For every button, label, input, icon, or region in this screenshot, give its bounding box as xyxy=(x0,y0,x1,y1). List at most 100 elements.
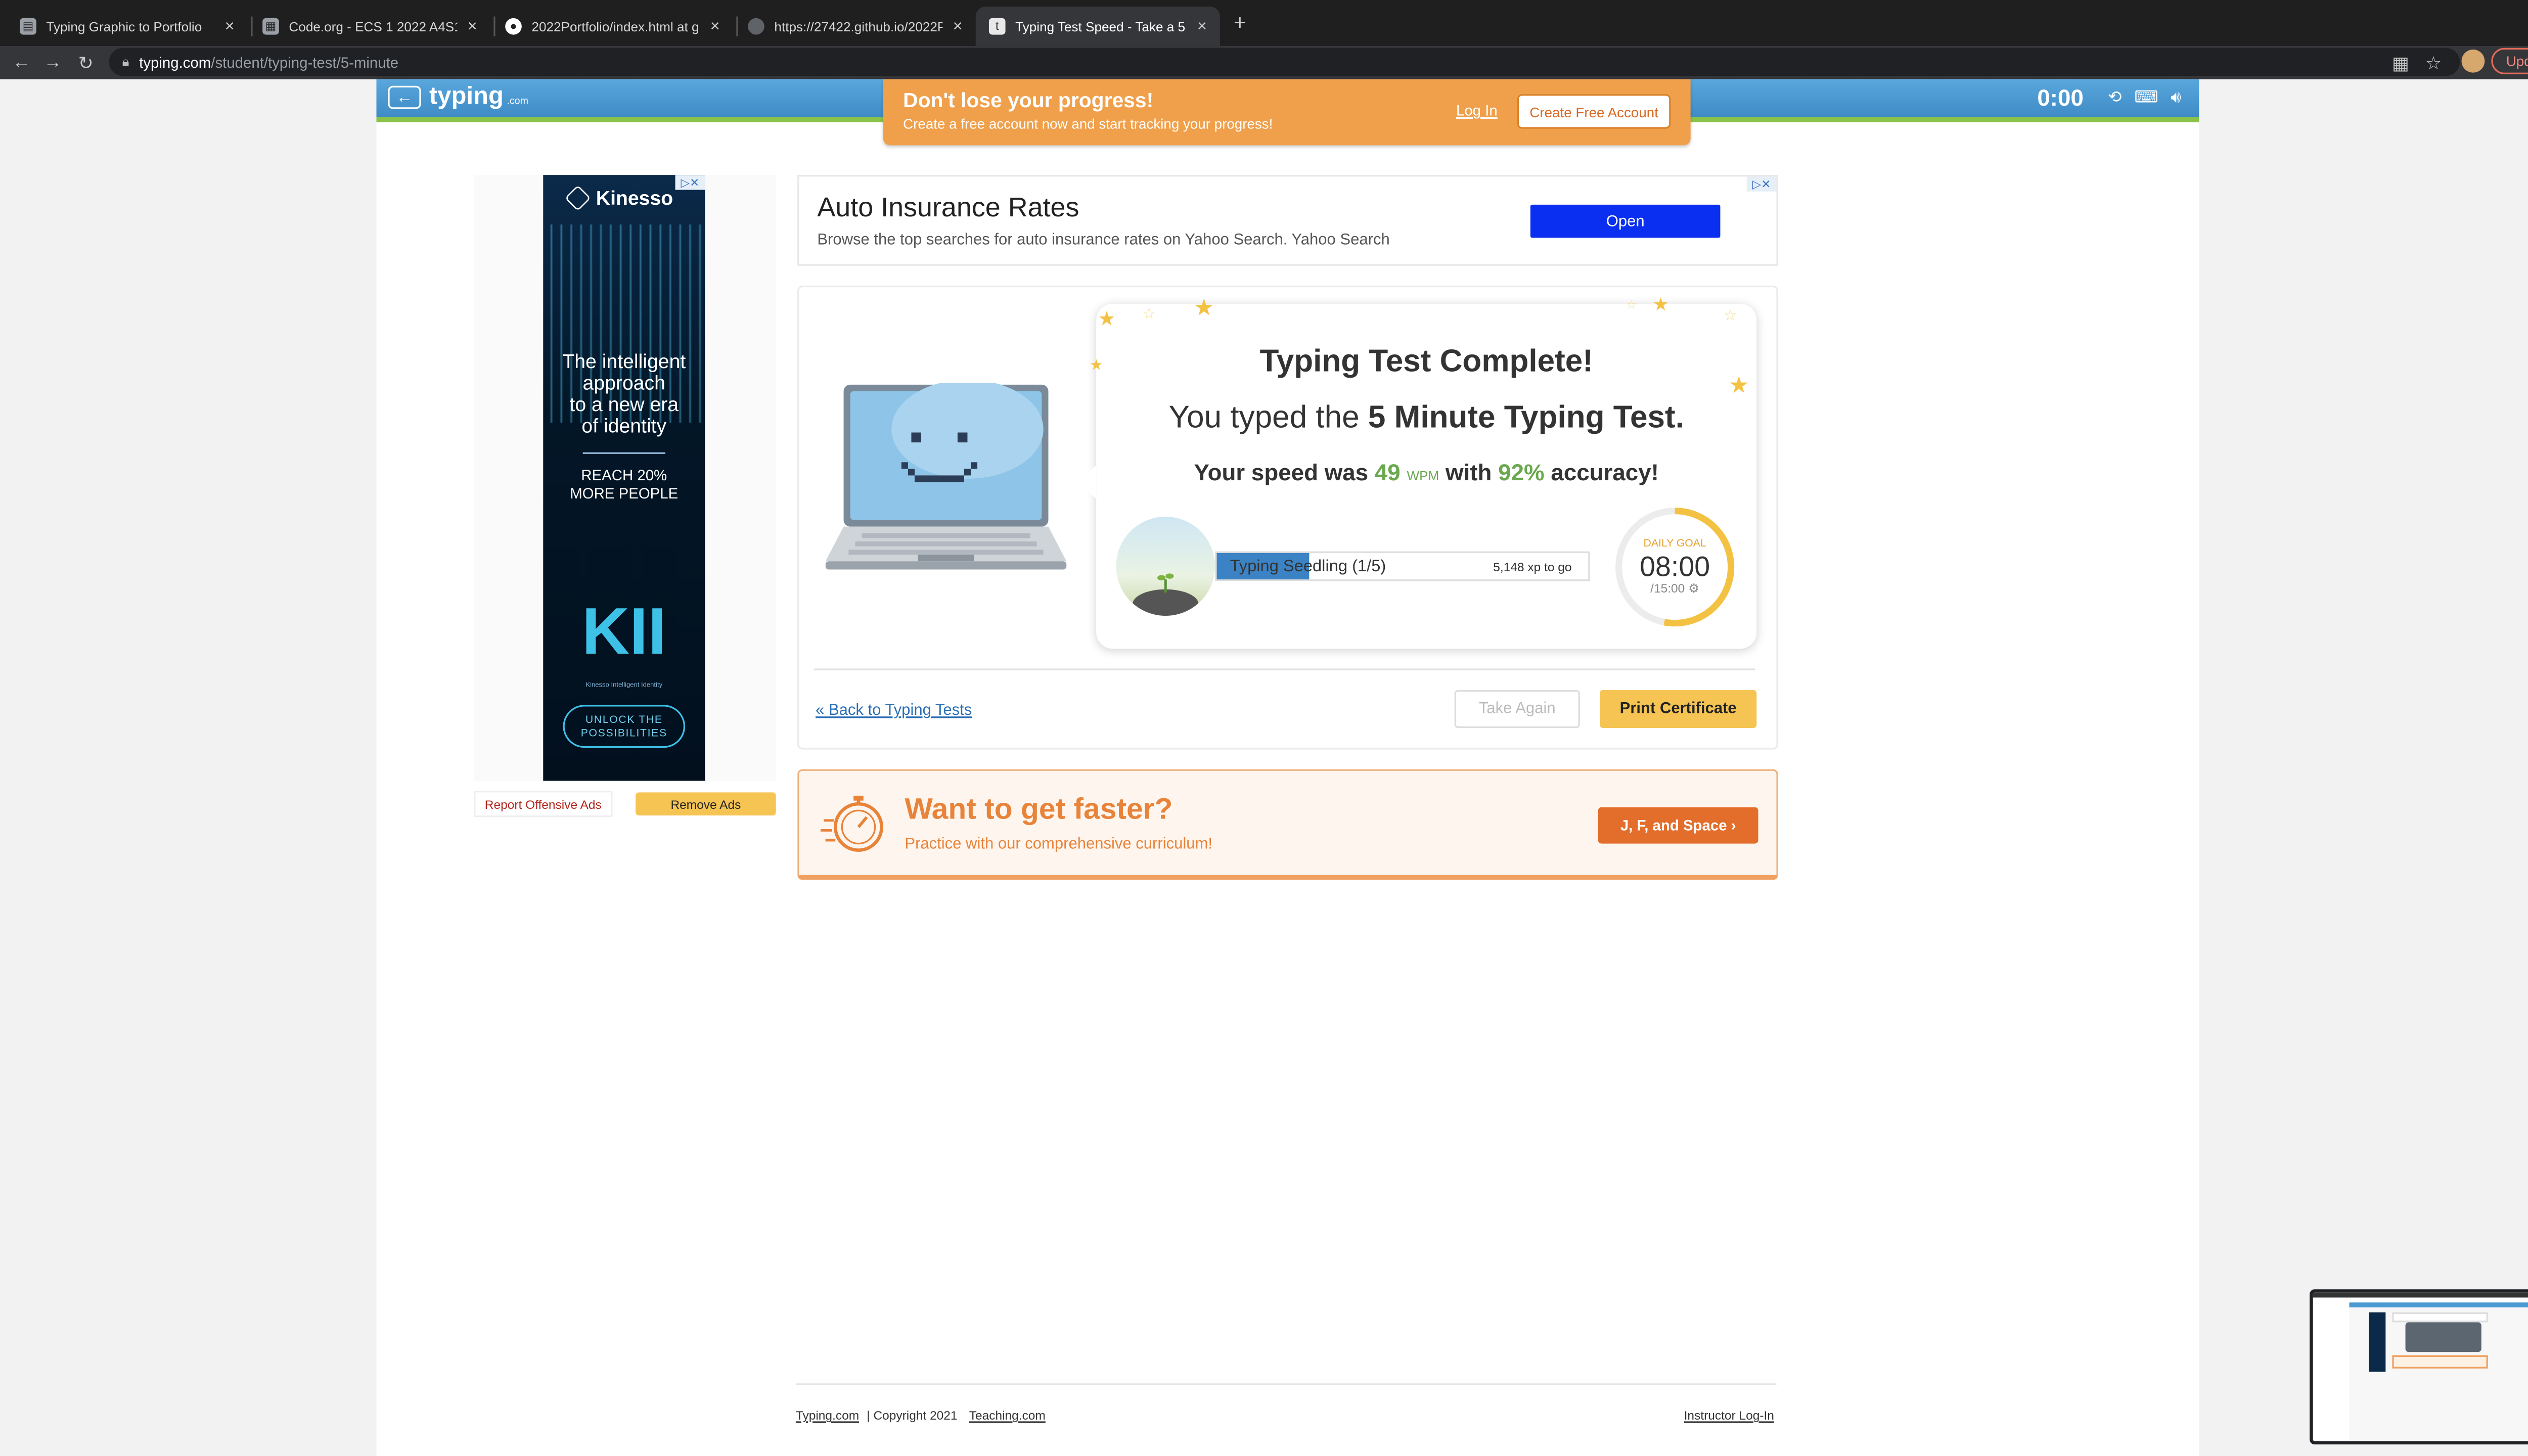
gear-icon[interactable]: ⚙ xyxy=(1688,581,1699,596)
close-icon[interactable]: × xyxy=(468,17,477,35)
ad-headline: The intelligent approach to a new era of… xyxy=(543,350,705,438)
ad-reach-line: MORE PEOPLE xyxy=(570,485,679,502)
subtitle-prefix: You typed the xyxy=(1168,401,1368,436)
print-certificate-button[interactable]: Print Certificate xyxy=(1600,690,1757,728)
next-lesson-button[interactable]: J, F, and Space › xyxy=(1598,807,1758,844)
faster-subtitle: Practice with our comprehensive curricul… xyxy=(905,835,1212,854)
timer: 0:00 xyxy=(2037,84,2084,111)
ad-divider xyxy=(582,452,665,454)
faster-title: Want to get faster? xyxy=(905,792,1173,826)
daily-goal-ring: DAILY GOAL 08:00 /15:00 ⚙ xyxy=(1613,505,1737,629)
wpm-value: 49 xyxy=(1374,459,1401,485)
xp-to-go: 5,148 xp to go xyxy=(1493,559,1572,575)
banner-subtext: Create a free account now and start trac… xyxy=(903,115,1273,132)
speed-suffix: accuracy! xyxy=(1544,459,1659,485)
close-icon[interactable]: × xyxy=(710,17,720,35)
logo-text: typing xyxy=(429,82,504,111)
tab-2[interactable]: ▦ Code.org - ECS 1 2022 A4S1 × xyxy=(249,7,490,46)
bookmark-star-icon[interactable]: ☆ xyxy=(2420,50,2447,76)
goal-total-text: /15:00 xyxy=(1650,581,1685,596)
sheets-icon: ▦ xyxy=(262,18,279,35)
search-ad[interactable]: ▷✕ Auto Insurance Rates Browse the top s… xyxy=(797,175,1778,266)
ad-headline-line: approach xyxy=(582,371,665,395)
result-speed: Your speed was 49 WPM with 92% accuracy! xyxy=(1096,459,1756,485)
star-icon: ☆ xyxy=(1142,305,1156,322)
footer-teaching-link[interactable]: Teaching.com xyxy=(969,1408,1046,1423)
new-tab-icon[interactable]: + xyxy=(1228,11,1251,35)
level-progress-bar: Typing Seedling (1/5) 5,148 xp to go xyxy=(1215,551,1590,581)
ad-description: Browse the top searches for auto insuran… xyxy=(817,231,1390,250)
banner-headline: Don't lose your progress! xyxy=(903,89,1154,113)
remove-ads-button[interactable]: Remove Ads xyxy=(636,792,776,816)
tab-title: Code.org - ECS 1 2022 A4S1 xyxy=(289,19,458,34)
forward-arrow-icon[interactable]: → xyxy=(39,50,66,76)
kii-mark: KII xyxy=(581,596,666,669)
daily-goal-label: DAILY GOAL xyxy=(1643,538,1706,550)
footer-typing-link[interactable]: Typing.com xyxy=(796,1408,859,1423)
reload-icon[interactable]: ↻ xyxy=(73,50,99,76)
tab-3[interactable]: ● 2022Portfolio/index.html at gh × xyxy=(492,7,733,46)
instructor-login-link[interactable]: Instructor Log-In xyxy=(1684,1408,1774,1423)
login-link[interactable]: Log In xyxy=(1456,102,1498,119)
browser-toolbar: ← → ↻ 🔒︎ typing.com/student/typing-test/… xyxy=(0,46,2528,79)
screen-preview-thumbnail[interactable] xyxy=(2310,1289,2528,1445)
url-path: /student/typing-test/5-minute xyxy=(211,54,399,70)
get-faster-panel: Want to get faster? Practice with our co… xyxy=(797,769,1778,880)
speed-prefix: Your speed was xyxy=(1194,459,1375,485)
profile-avatar[interactable] xyxy=(2461,49,2485,73)
history-icon[interactable]: ⟲ xyxy=(2105,87,2125,107)
stopwatch-icon xyxy=(820,795,883,852)
ad-open-button[interactable]: Open xyxy=(1530,204,1721,238)
close-icon[interactable]: × xyxy=(953,17,963,35)
back-arrow-icon[interactable]: ← xyxy=(8,50,34,76)
keyboard-icon[interactable]: ⌨ xyxy=(2134,87,2158,107)
speed-mid: with xyxy=(1439,459,1499,485)
back-arrow-icon: ← xyxy=(396,88,413,107)
ad-reach-text: REACH 20% MORE PEOPLE xyxy=(543,467,705,504)
ad-cta-button[interactable]: UNLOCK THE POSSIBILITIES xyxy=(563,705,686,748)
kinesso-ad[interactable]: ▷✕ Kinesso The intelligent approach to a… xyxy=(543,175,705,781)
daily-goal-value: 08:00 xyxy=(1640,551,1710,583)
report-ads-button[interactable]: Report Offensive Ads xyxy=(474,791,613,817)
qr-code-icon[interactable]: ▦ xyxy=(2387,50,2414,76)
footer-divider xyxy=(795,1383,1777,1385)
update-button[interactable]: Update⋮ xyxy=(2491,48,2528,74)
daily-goal-total: /15:00 ⚙ xyxy=(1613,581,1737,596)
star-icon: ★ xyxy=(1652,295,1669,315)
seedling-badge xyxy=(1116,517,1215,616)
ad-title: Auto Insurance Rates xyxy=(817,193,1079,223)
ad-reach-line: REACH 20% xyxy=(581,467,667,484)
typing-icon: t xyxy=(988,18,1006,35)
ad-choices-icon[interactable]: ▷✕ xyxy=(1746,176,1777,192)
result-subtitle: You typed the 5 Minute Typing Test. xyxy=(1096,401,1756,437)
tab-1[interactable]: ▤ Typing Graphic to Portfolio × xyxy=(7,7,248,46)
ad-cta-line: UNLOCK THE xyxy=(585,714,663,726)
address-bar[interactable]: 🔒︎ typing.com/student/typing-test/5-minu… xyxy=(109,48,2460,76)
ad-headline-line: The intelligent xyxy=(562,350,686,373)
create-account-button[interactable]: Create Free Account xyxy=(1517,94,1671,129)
save-progress-banner: Don't lose your progress! Create a free … xyxy=(883,79,1691,146)
lock-icon: 🔒︎ xyxy=(122,54,129,69)
globe-icon xyxy=(748,18,764,35)
accuracy-value: 92% xyxy=(1498,459,1545,485)
card-divider xyxy=(814,668,1755,670)
close-icon[interactable]: × xyxy=(1197,17,1207,35)
site-logo[interactable]: typing .com xyxy=(429,82,528,111)
update-label: Update xyxy=(2506,53,2528,70)
logo-suffix: .com xyxy=(507,97,528,108)
tab-strip: ▤ Typing Graphic to Portfolio × ▦ Code.o… xyxy=(0,0,2528,47)
back-button[interactable]: ← xyxy=(388,85,421,109)
speaker-icon[interactable]: 🔊︎ xyxy=(2166,87,2186,107)
wpm-unit: WPM xyxy=(1407,469,1439,484)
back-to-tests-link[interactable]: « Back to Typing Tests xyxy=(816,702,972,720)
footer-copyright: | Copyright 2021 xyxy=(867,1408,958,1423)
close-icon[interactable]: × xyxy=(225,17,235,35)
tab-4[interactable]: https://27422.github.io/2022P × xyxy=(735,7,976,46)
tab-5-active[interactable]: t Typing Test Speed - Take a 5 M × xyxy=(975,7,1221,47)
ad-choices-icon[interactable]: ▷✕ xyxy=(675,175,705,190)
kinesso-logo: Kinesso xyxy=(564,185,673,211)
star-icon: ★ xyxy=(1193,294,1214,321)
take-again-button[interactable]: Take Again xyxy=(1454,690,1580,728)
ad-tagline: Kinesso Intelligent Identity xyxy=(585,680,663,689)
level-name: Typing Seedling (1/5) xyxy=(1230,558,1386,576)
